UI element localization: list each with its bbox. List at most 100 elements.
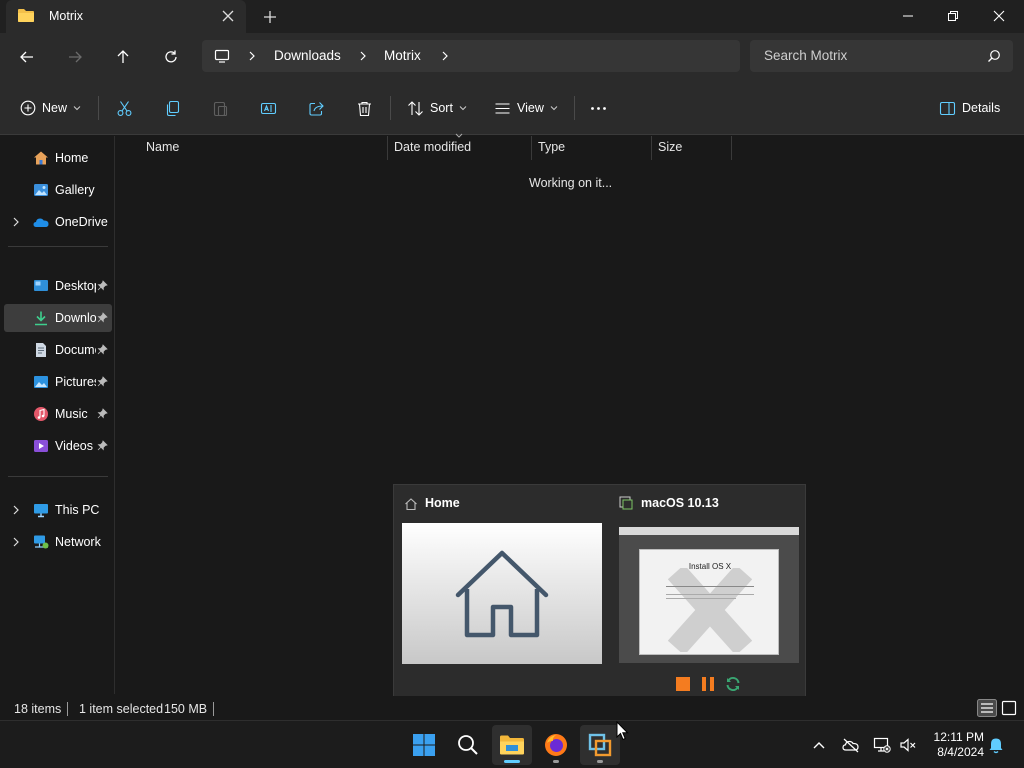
pin-icon (97, 344, 108, 355)
sidebar-item-videos[interactable]: Videos (4, 432, 112, 460)
copy-button[interactable] (164, 97, 181, 119)
clock-time: 12:11 PM (933, 730, 984, 744)
minimize-icon (903, 15, 913, 17)
onedrive-offline-icon[interactable] (842, 737, 860, 753)
cut-button[interactable] (116, 97, 133, 119)
folder-icon (18, 9, 34, 22)
sidebar-item-pictures[interactable]: Pictures (4, 368, 112, 396)
windows-logo-icon (413, 734, 435, 756)
column-header-size[interactable]: Size (658, 140, 682, 154)
sidebar-item-home[interactable]: Home (4, 144, 112, 172)
tab-motrix[interactable]: Motrix (6, 0, 246, 33)
pin-icon (97, 280, 108, 291)
sidebar-item-label: Documents (55, 343, 96, 357)
firefox-taskbar-button[interactable] (536, 725, 576, 765)
gallery-icon (34, 184, 48, 196)
column-divider[interactable] (731, 136, 732, 160)
desktop-icon (34, 280, 48, 291)
search-box[interactable]: Search Motrix (750, 40, 1013, 72)
address-bar[interactable]: Downloads Motrix (202, 40, 740, 72)
column-divider[interactable] (651, 136, 652, 160)
restore-icon (948, 11, 958, 21)
more-options-button[interactable] (590, 97, 607, 119)
up-button[interactable] (111, 45, 135, 69)
share-icon (309, 101, 324, 116)
breadcrumb-downloads[interactable]: Downloads (274, 48, 341, 63)
chevron-right-icon[interactable] (12, 536, 20, 548)
pin-icon (97, 408, 108, 419)
sidebar-item-gallery[interactable]: Gallery (4, 176, 112, 204)
thumbnail-title: macOS 10.13 (641, 496, 719, 510)
close-tab-icon[interactable] (219, 7, 237, 25)
sidebar-item-this-pc[interactable]: This PC (4, 496, 112, 524)
network-status-icon[interactable] (873, 736, 891, 754)
vmware-icon (588, 733, 612, 757)
column-header-type[interactable]: Type (538, 140, 565, 154)
chevron-right-icon[interactable] (12, 216, 20, 228)
chevron-right-icon[interactable] (247, 50, 257, 62)
forward-button[interactable] (63, 45, 87, 69)
details-view-icon[interactable] (977, 699, 997, 717)
sidebar-item-label: Pictures (55, 375, 96, 389)
status-divider (67, 702, 68, 716)
details-button[interactable]: Details (939, 97, 1000, 119)
chevron-right-icon[interactable] (12, 504, 20, 516)
arrow-left-icon (20, 51, 33, 63)
delete-button[interactable] (356, 97, 373, 119)
chevron-up-icon[interactable] (812, 738, 826, 752)
chevron-right-icon[interactable] (440, 50, 450, 62)
thumbnail-title: Home (425, 496, 460, 510)
navigation-pane: Home Gallery OneDrive Desktop Downloads … (0, 136, 115, 694)
restore-button[interactable] (930, 0, 976, 32)
sidebar-item-music[interactable]: Music (4, 400, 112, 428)
search-taskbar-button[interactable] (448, 725, 488, 765)
loading-message: Working on it... (529, 176, 613, 190)
vm-installer-heading: Install OS X (688, 562, 732, 571)
column-header-name[interactable]: Name (146, 140, 179, 154)
stop-icon[interactable] (675, 676, 691, 692)
sidebar-item-label: Desktop (55, 279, 96, 293)
close-window-button[interactable] (976, 0, 1022, 32)
breadcrumb-motrix[interactable]: Motrix (384, 48, 421, 63)
system-clock[interactable]: 12:11 PM 8/4/2024 (924, 730, 984, 760)
selection-size: 150 MB (164, 702, 208, 716)
paste-button[interactable] (212, 97, 229, 119)
vmware-taskbar-button[interactable] (580, 725, 620, 765)
divider (390, 96, 391, 120)
volume-muted-icon[interactable] (899, 736, 917, 754)
chevron-right-icon[interactable] (358, 50, 368, 62)
more-icon (591, 106, 606, 110)
large-icons-view-icon[interactable] (1000, 699, 1018, 717)
sidebar-item-network[interactable]: Network (4, 528, 112, 556)
column-divider[interactable] (387, 136, 388, 160)
column-header-date-modified[interactable]: Date modified (394, 140, 471, 154)
sidebar-item-downloads[interactable]: Downloads (4, 304, 112, 332)
new-button[interactable]: New (20, 97, 81, 119)
running-indicator (553, 760, 559, 763)
chevron-down-icon (459, 106, 467, 111)
sidebar-item-desktop[interactable]: Desktop (4, 272, 112, 300)
notification-bell-icon[interactable] (988, 737, 1004, 754)
sort-button[interactable]: Sort (407, 97, 467, 119)
minimize-button[interactable] (885, 0, 931, 32)
new-label: New (42, 101, 68, 115)
restart-icon[interactable] (725, 676, 741, 692)
back-button[interactable] (15, 45, 39, 69)
new-tab-icon[interactable] (260, 7, 280, 27)
vm-menu-bar (619, 527, 799, 535)
file-explorer-taskbar-button[interactable] (492, 725, 532, 765)
home-icon (455, 550, 549, 638)
sidebar-item-documents[interactable]: Documents (4, 336, 112, 364)
pause-icon[interactable] (700, 676, 716, 692)
videos-icon (34, 440, 48, 452)
search-input[interactable]: Search Motrix (764, 48, 847, 63)
view-button[interactable]: View (494, 97, 558, 119)
share-button[interactable] (308, 97, 325, 119)
rename-button[interactable] (260, 97, 277, 119)
refresh-button[interactable] (159, 45, 183, 69)
column-divider[interactable] (531, 136, 532, 160)
list-view-icon (495, 102, 510, 114)
start-button[interactable] (404, 725, 444, 765)
sidebar-item-onedrive[interactable]: OneDrive (4, 208, 112, 236)
thumbnail-home[interactable]: Home (394, 485, 602, 675)
